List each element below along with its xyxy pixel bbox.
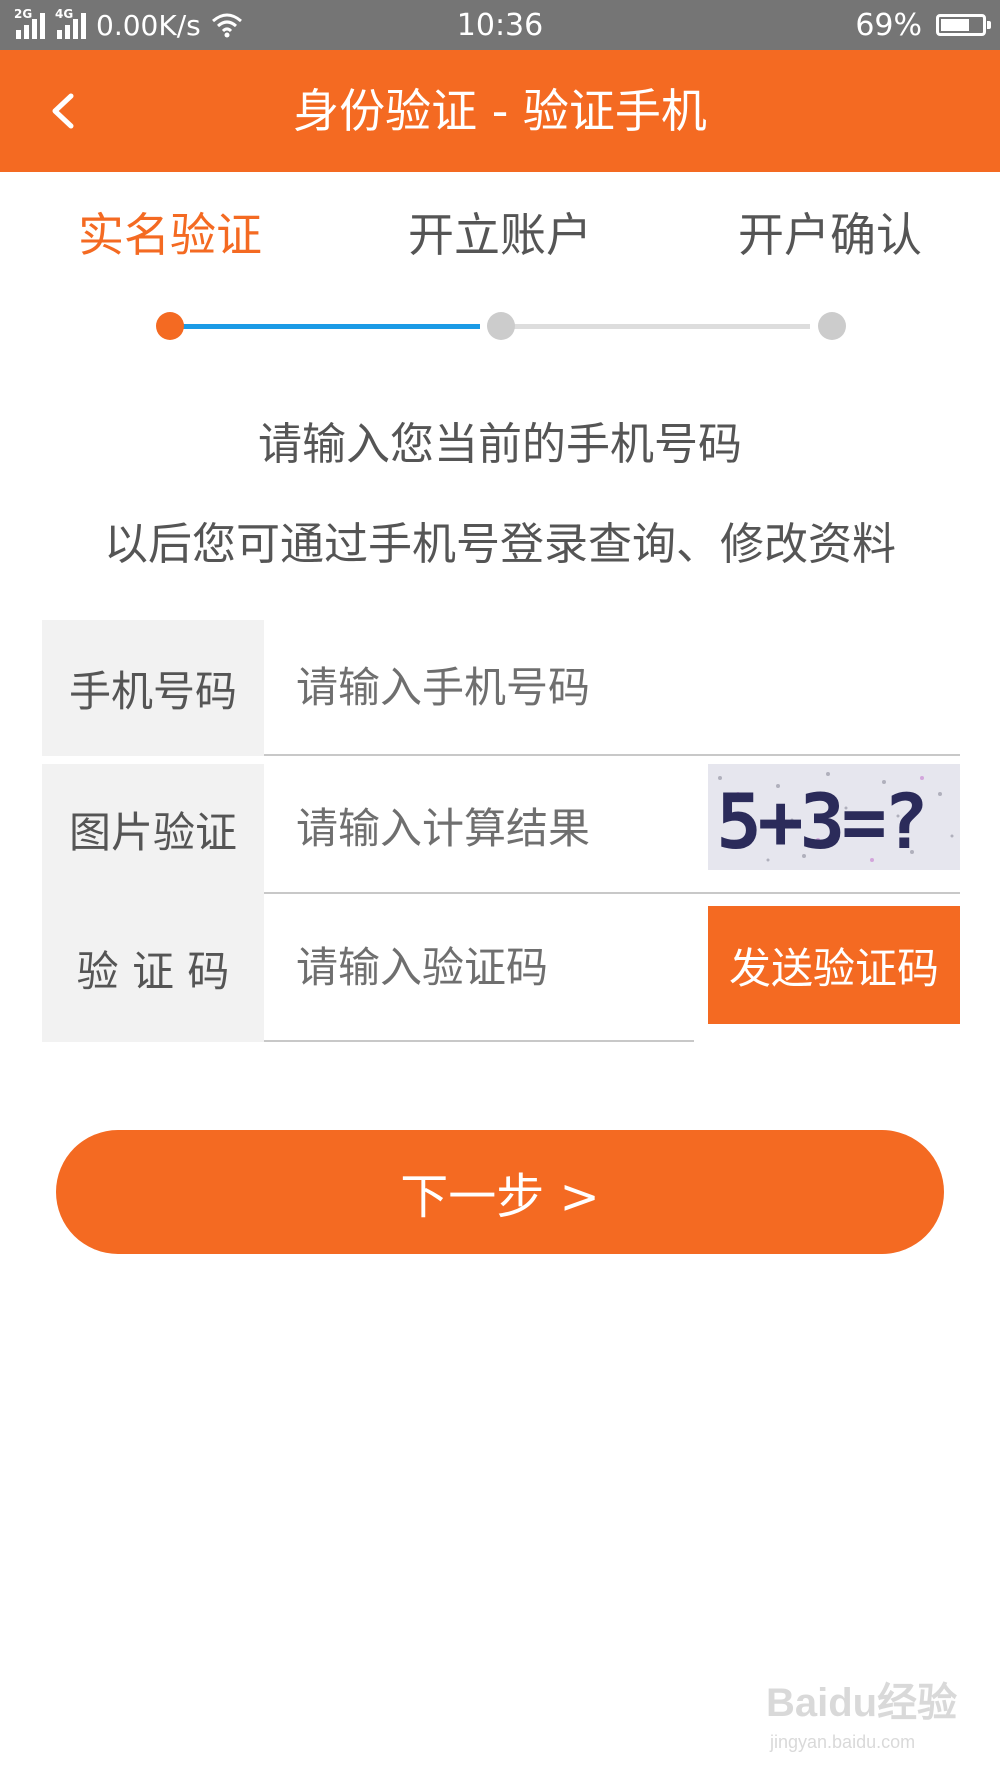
status-bar: 2G 4G 0.00K/s 10:36 69% [0, 0, 1000, 50]
instruction-line-2: 以后您可通过手机号登录查询、修改资料 [104, 519, 896, 570]
captcha-text: 5+3=? [716, 777, 925, 866]
step-progress [0, 312, 1000, 342]
battery-percent: 69% [855, 7, 922, 43]
phone-label: 手机号码 [42, 620, 264, 756]
network-4g-label: 4G [55, 7, 74, 21]
watermark-main: Baidu经验 [766, 1681, 958, 1725]
battery-fill [941, 19, 969, 31]
captcha-label: 图片验证 [68, 807, 237, 857]
captcha-sms-label-panel: 图片验证 验 证 码 [42, 764, 264, 1042]
step-confirm: 开户确认 [738, 208, 922, 262]
phone-input[interactable] [294, 661, 960, 713]
send-code-button[interactable]: 发送验证码 [708, 906, 960, 1024]
baidu-watermark: Baidu经验 jingyan.baidu.com [766, 1670, 966, 1770]
progress-segment-2 [510, 324, 810, 329]
status-left: 2G 4G 0.00K/s [14, 0, 243, 50]
signal-2g-icon: 2G [14, 7, 45, 39]
network-speed: 0.00K/s [96, 8, 201, 42]
step-dot-1 [156, 312, 184, 340]
sms-field-row [264, 894, 694, 1042]
step-open-account: 开立账户 [408, 208, 592, 262]
app-header: 身份验证 - 验证手机 [0, 50, 1000, 172]
step-real-name: 实名验证 [78, 208, 262, 262]
next-step-button[interactable]: 下一步 > [56, 1130, 944, 1254]
page-title: 身份验证 - 验证手机 [293, 84, 707, 138]
step-dot-2 [487, 312, 515, 340]
status-right: 69% [855, 0, 991, 50]
phone-field-row [264, 620, 960, 756]
wifi-icon [211, 13, 242, 38]
sms-code-input[interactable] [294, 941, 694, 993]
progress-segment-1 [180, 324, 480, 329]
sms-code-label: 验 证 码 [76, 946, 230, 996]
watermark-sub: jingyan.baidu.com [770, 1732, 916, 1752]
instruction-line-1: 请输入您当前的手机号码 [258, 419, 742, 470]
captcha-input[interactable] [294, 802, 700, 854]
signal-4g-icon: 4G [55, 7, 86, 39]
step-dot-3 [818, 312, 846, 340]
network-2g-label: 2G [14, 7, 33, 21]
step-indicator: 实名验证 开立账户 开户确认 [0, 200, 1000, 270]
captcha-image[interactable]: 5+3=? [708, 764, 960, 870]
battery-icon [936, 14, 991, 36]
back-arrow-icon[interactable] [42, 86, 82, 136]
